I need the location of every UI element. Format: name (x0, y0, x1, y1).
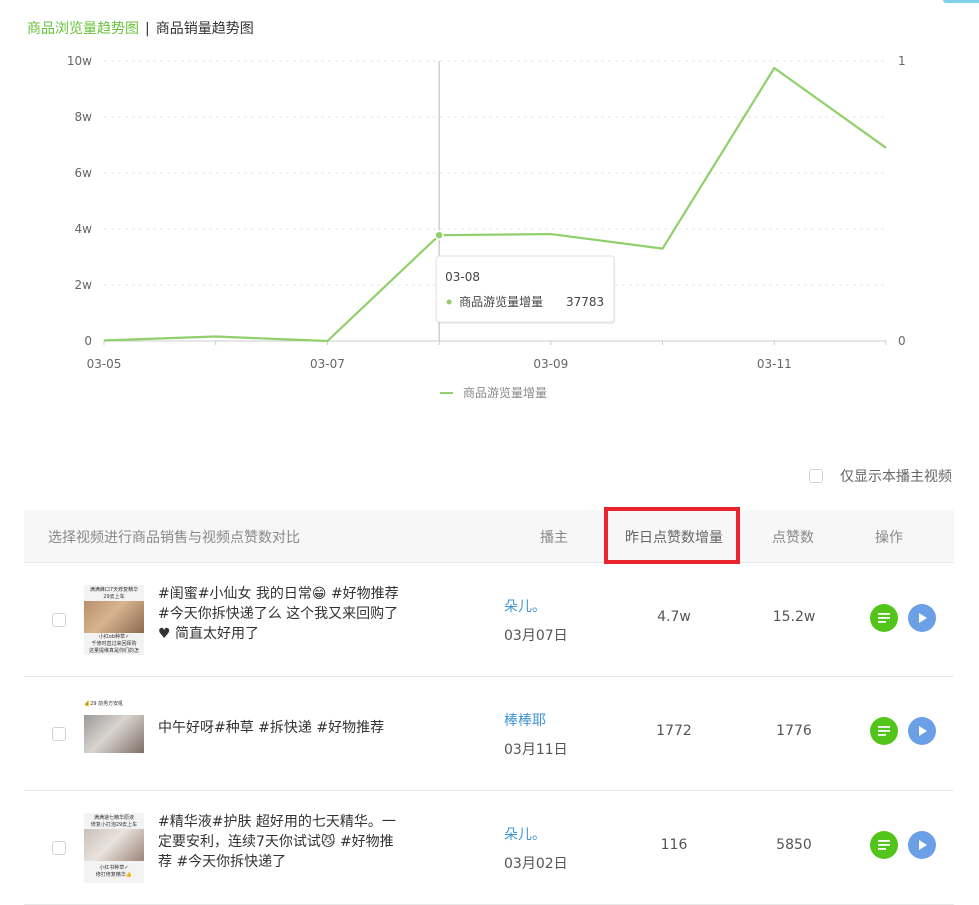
tooltip-box (435, 255, 615, 323)
detail-button[interactable] (870, 604, 898, 632)
thumb-caption: 小红ob种草✓ (98, 634, 130, 640)
play-button[interactable] (908, 831, 936, 859)
video-table: 选择视频进行商品销售与视频点赞数对比 播主 昨日点赞数增量 点赞数 操作 满满蜂… (24, 507, 954, 905)
header-author: 播主 (540, 530, 568, 546)
list-icon (878, 613, 890, 623)
thumb-caption: 千修时直过来回挥购 (91, 641, 137, 647)
tab-browse-trend[interactable]: 商品浏览量趋势图 (27, 21, 139, 37)
chart-tabs: 商品浏览量趋势图 | 商品销量趋势图 (27, 18, 254, 38)
table-row: 💰29 前男方安吼 中午好呀#种草 #拆快递 #好物推荐 棒棒耶 03月11日 … (24, 677, 954, 791)
thumb-caption: 29去上车 (103, 594, 125, 600)
row-checkbox[interactable] (52, 727, 66, 741)
only-this-label: 仅显示本播主视频 (840, 469, 952, 485)
y-tick-label: 2w (75, 278, 93, 292)
thumb-caption: 修复小打泡29去上车 (90, 822, 138, 828)
detail-button[interactable] (870, 831, 898, 859)
play-button[interactable] (908, 604, 936, 632)
table-header: 选择视频进行商品销售与视频点赞数对比 播主 昨日点赞数增量 点赞数 操作 (24, 507, 954, 564)
thumb-image (84, 601, 144, 633)
only-this-checkbox[interactable] (809, 469, 823, 483)
table-row: 满满蜂口7天修复精华 29去上车 小红ob种草✓ 千修时直过来回挥购 这量提维真… (24, 563, 954, 677)
likes-value: 1776 (776, 723, 812, 739)
y-tick-label: 8w (75, 110, 93, 124)
detail-button[interactable] (870, 717, 898, 745)
thumb-caption: 这量提维真是你们的怎 (88, 648, 139, 654)
x-tick-label: 03-07 (310, 357, 345, 371)
row-checkbox[interactable] (52, 841, 66, 855)
highlight-box (604, 507, 740, 564)
likes-increase-value: 4.7w (657, 609, 691, 625)
only-this-filter[interactable]: 仅显示本播主视频 (809, 466, 952, 486)
thumb-image (84, 715, 144, 753)
row-checkbox[interactable] (52, 613, 66, 627)
header-actions: 操作 (875, 530, 903, 546)
play-icon (919, 840, 927, 850)
likes-increase-value: 1772 (656, 723, 692, 739)
tooltip-value: 37783 (566, 295, 604, 309)
thumb-caption: 💰29 前男方安吼 (84, 701, 124, 707)
video-thumbnail[interactable]: 满满速七精华原液 修复小打泡29去上车 小红书种草✓ 修打修复精华👍 (84, 813, 144, 883)
video-thumbnail[interactable]: 满满蜂口7天修复精华 29去上车 小红ob种草✓ 千修时直过来回挥购 这量提维真… (84, 585, 144, 655)
legend-label: 商品游览量增量 (463, 385, 547, 400)
video-title[interactable]: #精华液#护肤 超好用的七天精华。一定要安利，连续7天你试试😼 #好物推荐 #今… (158, 812, 403, 872)
y2-tick-label: 0 (898, 334, 906, 348)
publish-date: 03月11日 (504, 742, 568, 758)
y-tick-label: 10w (67, 54, 92, 68)
author-link[interactable]: 棒棒耶 (504, 710, 546, 730)
author-link[interactable]: 朵儿。 (504, 824, 546, 844)
thumb-caption: 修打修复精华👍 (95, 872, 133, 878)
y2-tick-label: 1 (898, 54, 906, 68)
y-tick-label: 4w (75, 222, 93, 236)
likes-increase-value: 116 (660, 837, 688, 853)
tab-sales-trend[interactable]: 商品销量趋势图 (156, 21, 254, 37)
tooltip-date: 03-08 (445, 270, 480, 284)
thumb-caption: 小红书种草✓ (99, 865, 129, 871)
publish-date: 03月02日 (504, 856, 568, 872)
author-link[interactable]: 朵儿。 (504, 596, 546, 616)
y-tick-label: 0 (84, 334, 92, 348)
play-icon (919, 726, 927, 736)
x-tick-label: 03-05 (87, 357, 122, 371)
thumb-caption: 满满蜂口7天修复精华 (89, 587, 139, 593)
tab-separator: | (145, 21, 150, 37)
thumb-image (84, 829, 144, 861)
play-button[interactable] (908, 717, 936, 745)
tooltip-label: 商品游览量增量 (459, 294, 543, 309)
video-title[interactable]: #闺蜜#小仙女 我的日常😁 #好物推荐 #今天你拆快递了么 这个我又来回购了♥ … (158, 584, 403, 644)
trend-chart: 0 2w 4w 6w 8w 10w 0 1 03-05 03-07 03-09 03-11 03-08 商… (67, 54, 906, 400)
corner-accent (943, 0, 979, 3)
play-icon (919, 613, 927, 623)
publish-date: 03月07日 (504, 628, 568, 644)
x-tick-label: 03-09 (533, 357, 568, 371)
y-tick-label: 6w (75, 166, 93, 180)
likes-value: 15.2w (772, 609, 816, 625)
video-thumbnail[interactable]: 💰29 前男方安吼 (84, 699, 144, 769)
video-title[interactable]: 中午好呀#种草 #拆快递 #好物推荐 (158, 718, 403, 738)
list-icon (878, 726, 890, 736)
data-point (434, 230, 444, 240)
header-likes[interactable]: 点赞数 (772, 527, 814, 547)
x-tick-label: 03-11 (757, 357, 792, 371)
header-select: 选择视频进行商品销售与视频点赞数对比 (48, 530, 300, 546)
thumb-caption: 满满速七精华原液 (93, 815, 134, 821)
table-row: 满满速七精华原液 修复小打泡29去上车 小红书种草✓ 修打修复精华👍 #精华液#… (24, 791, 954, 905)
tooltip-marker (446, 299, 452, 305)
likes-value: 5850 (776, 837, 812, 853)
list-icon (878, 840, 890, 850)
